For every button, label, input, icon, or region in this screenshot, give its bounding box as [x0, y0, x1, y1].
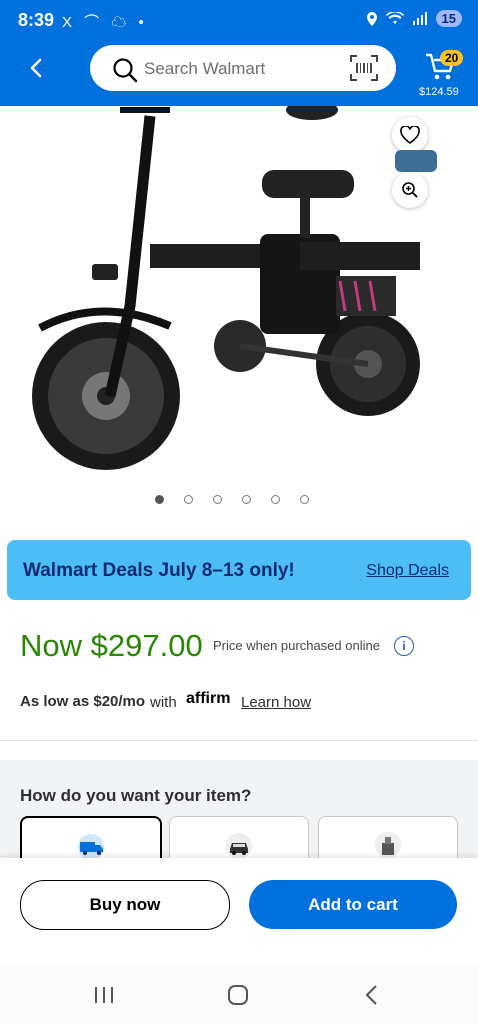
variant-thumbnail[interactable] [395, 150, 437, 172]
chevron-left-icon [30, 58, 42, 78]
back-button[interactable] [22, 52, 50, 84]
cart-total: $124.59 [419, 86, 459, 98]
deals-banner[interactable]: Walmart Deals July 8–13 only! Shop Deals [7, 540, 471, 600]
pagination-dot[interactable] [271, 495, 280, 504]
delivery-truck-icon [78, 834, 104, 860]
status-right: 15 [366, 10, 462, 27]
battery-indicator: 15 [435, 10, 462, 27]
zoom-in-icon [402, 182, 418, 198]
pagination-dot[interactable] [300, 495, 309, 504]
image-pagination [155, 495, 309, 504]
car-icon [226, 833, 252, 859]
affirm-logo: affirm [186, 690, 231, 707]
wifi-icon [385, 12, 404, 24]
search-icon [113, 58, 138, 83]
fulfillment-title: How do you want your item? [20, 786, 252, 805]
status-time: 8:39 [18, 10, 55, 30]
signal-icon [412, 12, 427, 25]
divider [0, 740, 478, 741]
shop-deals-link[interactable]: Shop Deals [366, 562, 449, 580]
search-input[interactable]: Search Walmart [144, 59, 265, 79]
buy-now-button[interactable]: Buy now [20, 880, 230, 930]
pagination-dot[interactable] [213, 495, 222, 504]
package-icon [375, 832, 401, 858]
financing-text: As low as $20/mo [20, 693, 146, 710]
heart-icon [400, 126, 420, 144]
zoom-button[interactable] [392, 172, 428, 208]
nav-back-icon[interactable] [364, 984, 380, 1006]
barcode-scan-icon[interactable] [350, 55, 378, 81]
deals-banner-text: Walmart Deals July 8–13 only! [23, 560, 295, 581]
financing-with: with [150, 694, 177, 711]
search-bar[interactable]: Search Walmart [90, 45, 396, 91]
price-note: Price when purchased online [213, 638, 380, 653]
notification-icons: X ⌒ ☁ • [62, 14, 148, 31]
cart-count-badge: 20 [440, 50, 464, 66]
pagination-dot[interactable] [242, 495, 251, 504]
product-price: Now $297.00 [20, 628, 203, 663]
learn-how-link[interactable]: Learn how [241, 694, 311, 711]
recent-apps-icon[interactable] [93, 985, 115, 1005]
system-nav-bar [0, 966, 478, 1024]
favorite-button[interactable] [392, 117, 428, 153]
home-icon[interactable] [227, 984, 249, 1006]
pagination-dot[interactable] [184, 495, 193, 504]
add-to-cart-button[interactable]: Add to cart [249, 880, 457, 929]
info-icon[interactable]: i [394, 636, 414, 656]
pagination-dot[interactable] [155, 495, 164, 504]
location-icon [366, 11, 377, 26]
